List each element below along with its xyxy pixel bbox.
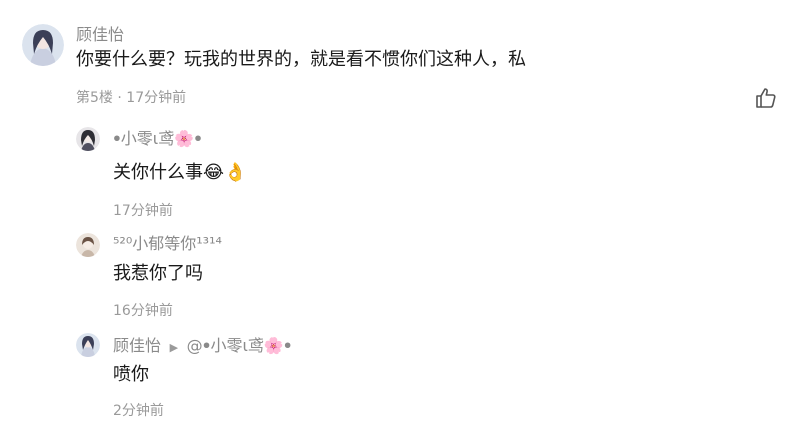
thumbs-up-icon [756,88,776,108]
reply-text: 喷你 [113,364,149,385]
reply-time: 16分钟前 [113,303,173,319]
floor-number: 第5楼 [76,90,113,106]
reply-author[interactable]: ⁵²⁰小郁等你¹³¹⁴ [113,234,222,254]
reply-author[interactable]: ꔷ小零ι鸢🌸ꔷ [113,129,202,149]
reply-to-user[interactable]: @ꔷ小零ι鸢🌸ꔷ [187,336,292,355]
avatar[interactable] [76,333,100,357]
comment-author[interactable]: 顾佳怡 [76,25,124,45]
comment-meta: 第5楼 · 17分钟前 [76,89,186,107]
reply-text: 关你什么事😂👌 [113,162,247,183]
meta-separator: · [117,90,127,106]
comment-time: 17分钟前 [126,90,187,106]
avatar[interactable] [76,233,100,257]
reply-time: 2分钟前 [113,403,164,419]
avatar[interactable] [76,127,100,151]
reply-header: 顾佳怡 ▶ @ꔷ小零ι鸢🌸ꔷ [113,336,292,358]
like-button[interactable] [754,86,778,110]
avatar[interactable] [22,24,64,66]
reply-text: 我惹你了吗 [113,263,203,284]
reply-time: 17分钟前 [113,203,173,219]
reply-arrow-icon: ▶ [166,341,182,354]
reply-author[interactable]: 顾佳怡 [113,336,161,355]
comment-text: 你要什么要？玩我的世界的，就是看不惯你们这种人，私 [76,49,526,70]
